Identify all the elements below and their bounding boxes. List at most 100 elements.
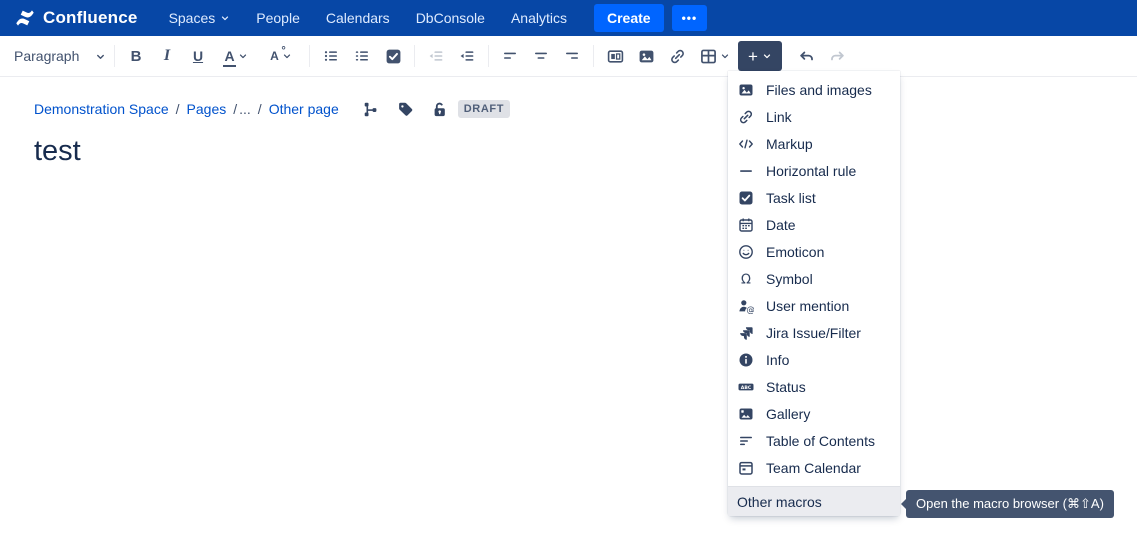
- nav-more-button[interactable]: •••: [672, 5, 708, 31]
- horizontal-rule-icon: [738, 163, 754, 179]
- breadcrumb-separator: /: [176, 101, 180, 117]
- chevron-down-icon: [95, 51, 106, 62]
- page-layout-button[interactable]: [600, 41, 630, 71]
- insert-table-button[interactable]: [693, 41, 737, 71]
- paragraph-style-select[interactable]: Paragraph: [12, 41, 108, 71]
- menu-item-label: Horizontal rule: [766, 163, 856, 179]
- redo-button[interactable]: [822, 41, 852, 71]
- menu-item-team-calendar[interactable]: Team Calendar: [728, 454, 900, 481]
- bullet-list-button[interactable]: [316, 41, 346, 71]
- nav-item-calendars[interactable]: Calendars: [313, 0, 403, 36]
- breadcrumb-separator: /: [233, 101, 237, 117]
- menu-item-markup[interactable]: Markup: [728, 130, 900, 157]
- breadcrumb-ellipsis[interactable]: ...: [239, 101, 251, 117]
- unlock-icon[interactable]: [431, 101, 448, 118]
- breadcrumb-link[interactable]: Pages: [187, 101, 227, 117]
- text-color-button[interactable]: A: [214, 41, 258, 71]
- labels-tag-icon[interactable]: [397, 101, 414, 118]
- editor-body[interactable]: [34, 168, 1137, 468]
- menu-item-info[interactable]: Info: [728, 346, 900, 373]
- align-right-button[interactable]: [557, 41, 587, 71]
- image-icon: [638, 48, 655, 65]
- bold-button[interactable]: B: [121, 41, 151, 71]
- menu-item-label: Task list: [766, 190, 816, 206]
- svg-text:Ω: Ω: [741, 272, 751, 286]
- symbol-icon: Ω: [738, 271, 754, 287]
- breadcrumb-link[interactable]: Other page: [269, 101, 339, 117]
- link-icon: [738, 109, 754, 125]
- menu-item-label: Link: [766, 109, 792, 125]
- breadcrumb-link[interactable]: Demonstration Space: [34, 101, 169, 117]
- menu-item-label: Status: [766, 379, 806, 395]
- nav-item-dbconsole[interactable]: DbConsole: [403, 0, 498, 36]
- italic-icon: I: [164, 47, 170, 65]
- markup-icon: [738, 136, 754, 152]
- menu-item-label: Date: [766, 217, 796, 233]
- menu-item-files-and-images[interactable]: Files and images: [728, 76, 900, 103]
- nav-item-label: People: [256, 10, 300, 26]
- insert-menu-items: Files and images Link Markup Horizontal rul…: [728, 76, 900, 481]
- nav-item-spaces[interactable]: Spaces: [156, 0, 244, 36]
- menu-item-table-of-contents[interactable]: Table of Contents: [728, 427, 900, 454]
- menu-item-label: User mention: [766, 298, 849, 314]
- nav-item-label: Spaces: [169, 10, 216, 26]
- menu-item-horizontal-rule[interactable]: Horizontal rule: [728, 157, 900, 184]
- menu-item-symbol[interactable]: ΩSymbol: [728, 265, 900, 292]
- menu-item-task-list[interactable]: Task list: [728, 184, 900, 211]
- toolbar-divider: [414, 45, 415, 67]
- indent-button[interactable]: [452, 41, 482, 71]
- chevron-down-icon: [720, 51, 730, 61]
- menu-item-link[interactable]: Link: [728, 103, 900, 130]
- align-center-icon: [533, 48, 549, 64]
- page-title[interactable]: test: [34, 135, 1137, 168]
- toolbar-divider: [114, 45, 115, 67]
- underline-button[interactable]: U: [183, 41, 213, 71]
- nav-item-analytics[interactable]: Analytics: [498, 0, 580, 36]
- page-tree-icon[interactable]: [363, 101, 380, 118]
- menu-item-other-macros[interactable]: Other macros: [728, 487, 900, 516]
- more-formatting-icon: A: [270, 49, 279, 63]
- breadcrumb-separator: /: [258, 101, 262, 117]
- more-formatting-button[interactable]: A: [259, 41, 303, 71]
- breadcrumb-segments: Demonstration Space/Pages/.../Other page: [34, 101, 339, 117]
- chevron-down-icon: [238, 51, 248, 61]
- confluence-logo[interactable]: Confluence: [14, 7, 138, 29]
- outdent-button[interactable]: [421, 41, 451, 71]
- align-center-button[interactable]: [526, 41, 556, 71]
- menu-item-user-mention[interactable]: @User mention: [728, 292, 900, 319]
- create-button[interactable]: Create: [594, 4, 664, 32]
- undo-button[interactable]: [791, 41, 821, 71]
- insert-link-button[interactable]: [662, 41, 692, 71]
- menu-item-emoticon[interactable]: Emoticon: [728, 238, 900, 265]
- italic-button[interactable]: I: [152, 41, 182, 71]
- insert-image-button[interactable]: [631, 41, 661, 71]
- nav-item-label: Analytics: [511, 10, 567, 26]
- svg-text:ABC: ABC: [741, 385, 752, 391]
- toolbar-divider: [309, 45, 310, 67]
- menu-item-date[interactable]: Date: [728, 211, 900, 238]
- page-layout-icon: [607, 48, 624, 65]
- numbered-list-icon: [354, 48, 370, 64]
- menu-item-jira-issue-filter[interactable]: Jira Issue/Filter: [728, 319, 900, 346]
- insert-menu: Files and images Link Markup Horizontal rul…: [728, 71, 900, 516]
- nav-item-label: DbConsole: [416, 10, 485, 26]
- nav-item-people[interactable]: People: [243, 0, 313, 36]
- indent-icon: [459, 48, 475, 64]
- align-left-icon: [502, 48, 518, 64]
- team-calendar-icon: [738, 460, 754, 476]
- menu-item-gallery[interactable]: Gallery: [728, 400, 900, 427]
- editor-content[interactable]: Demonstration Space/Pages/.../Other page…: [0, 77, 1137, 468]
- toolbar-divider: [593, 45, 594, 67]
- emoticon-icon: [738, 244, 754, 260]
- gallery-icon: [738, 406, 754, 422]
- align-left-button[interactable]: [495, 41, 525, 71]
- numbered-list-button[interactable]: [347, 41, 377, 71]
- files-and-images-icon: [738, 82, 754, 98]
- menu-item-status[interactable]: ABC Status: [728, 373, 900, 400]
- status-icon: ABC: [738, 379, 754, 395]
- underline-icon: U: [193, 48, 203, 64]
- menu-item-label: Files and images: [766, 82, 872, 98]
- insert-more-content-button[interactable]: +: [738, 41, 782, 71]
- breadcrumb-tools: [363, 101, 448, 118]
- task-list-button[interactable]: [378, 41, 408, 71]
